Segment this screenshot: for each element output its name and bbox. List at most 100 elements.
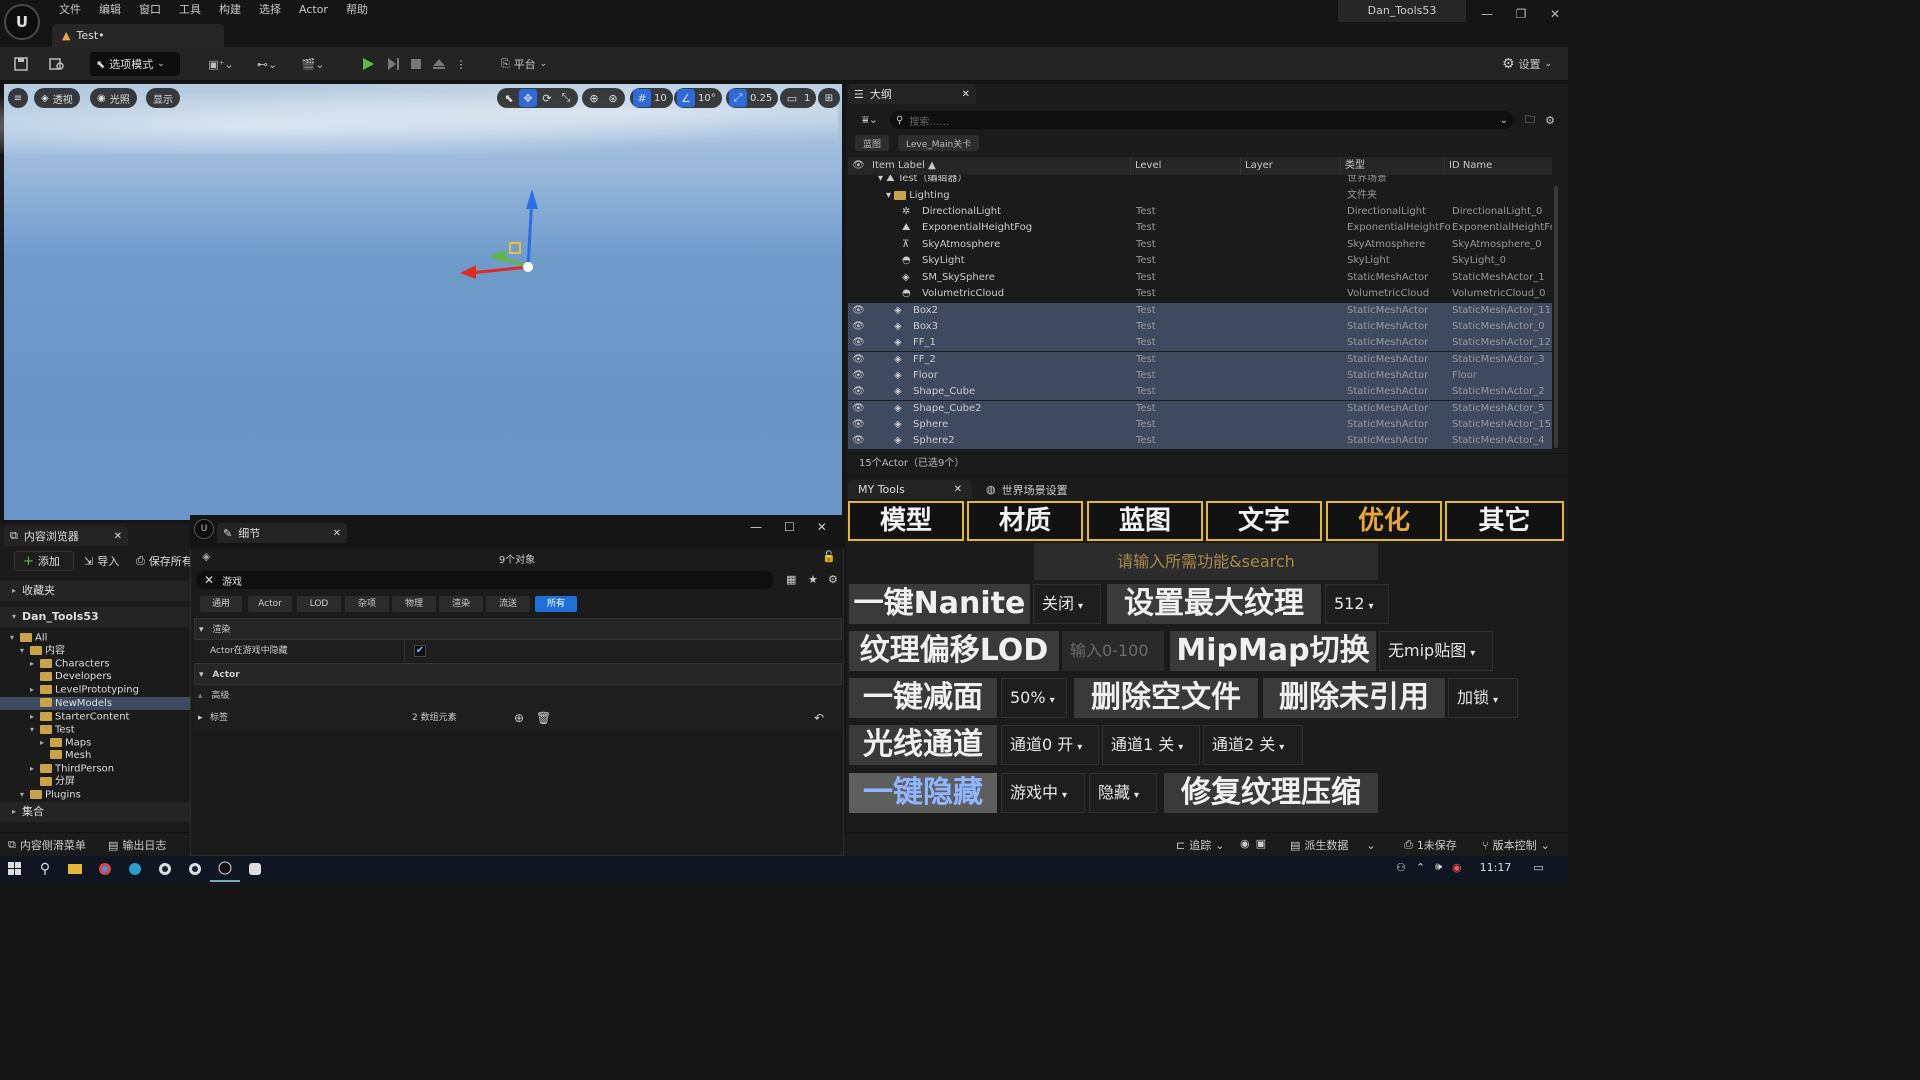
world-settings-tab[interactable]: ◍ 世界场景设置 <box>980 480 1100 499</box>
details-tab[interactable]: ✎ 细节 ✕ <box>217 523 347 543</box>
app-icon[interactable] <box>240 856 270 882</box>
show-button[interactable]: 显示 <box>146 88 180 108</box>
layout-icon[interactable]: ⊞ <box>818 88 840 108</box>
blueprint-button[interactable]: ⊷⌄ <box>250 52 284 76</box>
folder-tree-item[interactable]: ▾ All <box>0 631 190 644</box>
content-icon[interactable] <box>46 52 68 76</box>
hide-scope-dropdown[interactable]: 游戏中 ▾ <box>1001 773 1085 813</box>
filter-streaming[interactable]: 流送 <box>486 596 530 612</box>
outliner-row[interactable]: 👁 ◈ FF_2 Test StaticMeshActor StaticMesh… <box>848 351 1552 368</box>
chevron-right-icon[interactable]: ▸ <box>198 707 203 729</box>
scale-tool-icon[interactable]: ⤡ <box>557 89 575 107</box>
play-icon[interactable] <box>358 52 378 76</box>
column-level[interactable]: Level <box>1130 157 1240 175</box>
filter-physics[interactable]: 物理 <box>392 596 436 612</box>
add-folder-icon[interactable]: 🗀 <box>1521 110 1539 130</box>
category-model[interactable]: 模型 <box>848 501 964 541</box>
max-texture-button[interactable]: 设置最大纹理 <box>1107 584 1321 624</box>
reset-icon[interactable]: ↶ <box>814 707 824 729</box>
outliner-row[interactable]: ⊼ SkyAtmosphere Test SkyAtmosphere SkyAt… <box>848 237 1552 253</box>
chrome-icon[interactable] <box>90 856 120 882</box>
eye-icon[interactable]: 👁 <box>852 368 865 384</box>
save-all-button[interactable]: ⎙ 保存所有 <box>136 553 190 569</box>
add-button[interactable]: + 添加 <box>14 551 74 571</box>
close-icon[interactable]: ✕ <box>954 484 962 495</box>
eye-icon[interactable]: 👁 <box>852 335 865 351</box>
folder-tree-item[interactable]: ▸ LevelPrototyping <box>0 683 190 696</box>
lod-offset-button[interactable]: 纹理偏移LOD <box>849 631 1059 671</box>
reduce-button[interactable]: 一键减面 <box>849 678 997 718</box>
perspective-button[interactable]: ◈ 透视 <box>34 88 80 108</box>
outliner-row[interactable]: 👁 ◈ Box3 Test StaticMeshActor StaticMesh… <box>848 318 1552 335</box>
column-id-name[interactable]: ID Name <box>1444 157 1552 175</box>
eye-icon[interactable]: 👁 <box>852 319 865 335</box>
folder-tree-item[interactable]: ▾ 内容 <box>0 644 190 657</box>
eye-icon[interactable]: 👁 <box>852 303 865 319</box>
menu-file[interactable]: 文件 <box>50 0 90 20</box>
speaker-icon[interactable]: 🕪 <box>1435 860 1442 874</box>
collections-section[interactable]: ▸ 集合 <box>0 802 190 822</box>
record-icon[interactable]: ◉ <box>1240 837 1250 850</box>
max-texture-dropdown[interactable]: 512 ▾ <box>1325 584 1389 624</box>
section-actor[interactable]: ▾ Actor <box>194 663 842 685</box>
derived-data-button[interactable]: ▤ 派生数据 ⌄ <box>1290 837 1376 853</box>
transform-gizmo[interactable] <box>456 185 546 285</box>
menu-edit[interactable]: 编辑 <box>90 0 130 20</box>
eye-icon[interactable]: 👁 <box>852 401 865 417</box>
maximize-button[interactable]: ☐ <box>784 520 795 534</box>
filter-render[interactable]: 渲染 <box>439 596 483 612</box>
minimize-button[interactable]: — <box>750 520 762 534</box>
close-window-button[interactable]: ✕ <box>1538 0 1572 28</box>
filter-lod[interactable]: LOD <box>297 596 341 612</box>
screenshot-icon[interactable]: ▣ <box>1256 837 1266 850</box>
chevron-up-icon[interactable]: ⌃ <box>1416 861 1425 874</box>
cinematics-button[interactable]: 🎬⌄ <box>296 52 330 76</box>
light-channel-button[interactable]: 光线通道 <box>849 725 997 765</box>
filter-general[interactable]: 通用 <box>200 596 242 612</box>
file-explorer-icon[interactable] <box>60 856 90 882</box>
hidden-in-game-checkbox[interactable]: ✔ <box>414 645 426 657</box>
folder-tree-item[interactable]: Developers <box>0 670 190 683</box>
table-view-icon[interactable]: ▦ <box>786 573 796 586</box>
lit-button[interactable]: ◉ 光照 <box>90 88 137 108</box>
app-icon[interactable] <box>180 856 210 882</box>
play-options-icon[interactable]: ⋮ <box>454 52 468 76</box>
step-icon[interactable] <box>383 52 403 76</box>
outliner-scrollbar[interactable] <box>1554 186 1558 448</box>
section-render[interactable]: ▾ 渲染 <box>194 618 842 640</box>
eye-icon[interactable]: 👁 <box>852 433 865 449</box>
unsaved-button[interactable]: ⎙ 1未保存 <box>1404 837 1457 853</box>
folder-tree-item[interactable]: ▸ StarterContent <box>0 710 190 723</box>
outliner-row[interactable]: ◓ SkyLight Test SkyLight SkyLight_0 <box>848 253 1552 269</box>
outliner-tab[interactable]: ☰ 大纲 ✕ <box>848 84 976 104</box>
lighting-folder-row[interactable]: ▾ Lighting 文件夹 <box>848 188 1552 204</box>
outliner-row[interactable]: 👁 ◈ Sphere2 Test StaticMeshActor StaticM… <box>848 433 1552 450</box>
hide-mode-dropdown[interactable]: 隐藏 ▾ <box>1089 773 1157 813</box>
star-icon[interactable]: ★ <box>808 573 818 586</box>
filter-actor[interactable]: Actor <box>248 596 292 612</box>
eject-icon[interactable] <box>429 52 449 76</box>
edge-icon[interactable] <box>120 856 150 882</box>
outliner-row[interactable]: 👁 ◈ Sphere Test StaticMeshActor StaticMe… <box>848 416 1552 433</box>
output-log-button[interactable]: ▤ 输出日志 <box>108 837 166 853</box>
lock-icon[interactable]: 🔓 <box>822 550 836 563</box>
mode-dropdown[interactable]: ⬉ 选项模式 ⌄ <box>90 52 180 76</box>
folder-tree-item[interactable]: ▾ Plugins <box>0 788 190 801</box>
notification-icon[interactable]: ▭ <box>1533 861 1543 874</box>
menu-tools[interactable]: 工具 <box>170 0 210 20</box>
gear-icon[interactable]: ⚙ <box>828 573 838 586</box>
category-optimize[interactable]: 优化 <box>1326 501 1442 541</box>
outliner-row[interactable]: 👁 ◈ Box2 Test StaticMeshActor StaticMesh… <box>848 302 1552 319</box>
mipmap-dropdown[interactable]: 无mip贴图 ▾ <box>1379 631 1493 671</box>
eye-icon[interactable]: 👁 <box>852 384 865 400</box>
eye-icon[interactable]: 👁 <box>852 417 865 433</box>
filter-all[interactable]: 所有 <box>535 596 577 612</box>
reduce-dropdown[interactable]: 50% ▾ <box>1001 678 1067 718</box>
folder-tree-item[interactable]: 分屏 <box>0 775 190 788</box>
menu-window[interactable]: 窗口 <box>130 0 170 20</box>
delete-unreferenced-button[interactable]: 删除未引用 <box>1263 678 1445 718</box>
unreal-logo-icon[interactable]: U <box>4 4 40 40</box>
close-icon[interactable]: ✕ <box>333 528 341 539</box>
folder-tree-item[interactable]: Mesh <box>0 749 190 762</box>
outliner-search-input[interactable]: ⚲ 搜索…… ⌄ <box>890 111 1514 129</box>
